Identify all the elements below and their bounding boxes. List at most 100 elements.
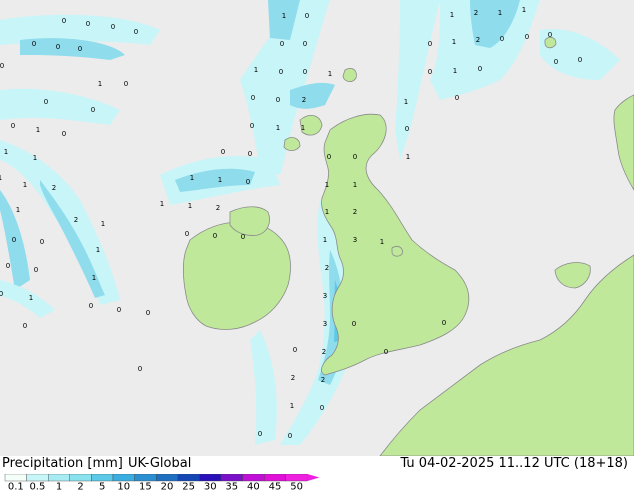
scale-swatch <box>177 474 200 482</box>
scale-tick-label: 2 <box>77 482 83 490</box>
precip-value-label: 2 <box>353 208 357 216</box>
precip-value-label: 1 <box>450 11 454 19</box>
scale-tick-label: 25 <box>182 482 195 490</box>
scale-tick-label: 40 <box>247 482 260 490</box>
precip-value-label: 0 <box>353 153 357 161</box>
precip-value-label: 1 <box>4 148 8 156</box>
precip-value-label: 1 <box>33 154 37 162</box>
legend-title: Precipitation [mm] <box>2 456 123 471</box>
precip-value-label: 0 <box>89 302 93 310</box>
precip-value-label: 0 <box>478 65 482 73</box>
precip-value-label: 1 <box>218 176 222 184</box>
precip-value-label: 0 <box>327 153 331 161</box>
scale-tick-label: 15 <box>139 482 152 490</box>
scale-tick-label: 1 <box>56 482 62 490</box>
precip-value-label: 2 <box>302 96 306 104</box>
precip-value-label: 1 <box>325 208 329 216</box>
precip-value-label: 0 <box>428 40 432 48</box>
precip-value-label: 2 <box>322 348 326 356</box>
precip-value-label: 1 <box>404 98 408 106</box>
precip-value-label: 1 <box>92 274 96 282</box>
precip-value-label: 2 <box>74 216 78 224</box>
precip-value-label: 1 <box>16 206 20 214</box>
precip-value-label: 1 <box>282 12 286 20</box>
precip-value-label: 3 <box>353 236 357 244</box>
precip-value-label: 1 <box>453 67 457 75</box>
precip-value-label: 0 <box>111 23 115 31</box>
precip-value-label: 0 <box>246 178 250 186</box>
precip-value-label: 1 <box>29 294 33 302</box>
precip-value-label: 1 <box>0 174 2 182</box>
precip-value-label: 1 <box>36 126 40 134</box>
precip-value-label: 0 <box>62 130 66 138</box>
precip-value-label: 0 <box>548 31 552 39</box>
precip-value-label: 0 <box>578 56 582 64</box>
precip-value-label: 0 <box>11 122 15 130</box>
precipitation-map: 0 0 0 0 0 0 0 0 1 0 0 0 0 1 0 1 1 1 1 2 1 2 1 0 0 1 0 0 1 0 1 0 0 0 0 0 1 0 0 0… <box>0 0 634 456</box>
precip-value-label: 0 <box>213 232 217 240</box>
precip-value-label: 0 <box>91 106 95 114</box>
precip-value-label: 1 <box>380 238 384 246</box>
precip-value-label: 0 <box>293 346 297 354</box>
precip-value-label: 1 <box>96 246 100 254</box>
scale-swatch <box>4 474 27 482</box>
precip-value-label: 0 <box>442 319 446 327</box>
precip-value-label: 1 <box>101 220 105 228</box>
precip-value-label: 2 <box>216 204 220 212</box>
precip-value-label: 0 <box>185 230 189 238</box>
precip-value-label: 0 <box>279 68 283 76</box>
precip-value-label: 0 <box>303 40 307 48</box>
precip-value-label: 0 <box>303 68 307 76</box>
precip-value-label: 1 <box>254 66 258 74</box>
scale-tick-label: 45 <box>269 482 282 490</box>
scale-tick-label: 20 <box>161 482 174 490</box>
precip-value-label: 1 <box>328 70 332 78</box>
precip-value-label: 0 <box>352 320 356 328</box>
scale-tick-label: 30 <box>204 482 217 490</box>
precip-value-label: 1 <box>325 181 329 189</box>
precip-value-label: 2 <box>476 36 480 44</box>
precip-value-label: 0 <box>500 35 504 43</box>
precip-value-label: 0 <box>0 290 3 298</box>
precip-value-label: 1 <box>23 181 27 189</box>
precip-value-label: 0 <box>288 432 292 440</box>
precip-value-label: 0 <box>56 43 60 51</box>
precip-value-label: 0 <box>455 94 459 102</box>
precip-value-label: 1 <box>190 174 194 182</box>
scale-swatch <box>134 474 157 482</box>
precip-value-label: 1 <box>323 236 327 244</box>
precip-value-label: 1 <box>353 181 357 189</box>
scale-swatch <box>264 474 287 482</box>
precip-value-label: 0 <box>32 40 36 48</box>
precip-value-label: 0 <box>405 125 409 133</box>
precip-value-label: 0 <box>276 96 280 104</box>
scale-tick-label: 50 <box>290 482 303 490</box>
precip-value-label: 1 <box>522 6 526 14</box>
precip-value-label: 1 <box>290 402 294 410</box>
scale-swatch <box>26 474 49 482</box>
scale-swatch <box>285 474 308 482</box>
color-scale: 0.1 0.5 1 2 5 10 15 20 25 30 35 40 45 50 <box>4 474 320 490</box>
scale-tick-label: 0.5 <box>29 482 45 490</box>
valid-time: Tu 04-02-2025 11..12 UTC (18+18) <box>400 456 628 471</box>
scale-swatch <box>91 474 114 482</box>
precip-value-label: 0 <box>12 236 16 244</box>
precip-value-label: 2 <box>291 374 295 382</box>
precip-value-label: 1 <box>160 200 164 208</box>
precip-value-label: 0 <box>250 122 254 130</box>
precip-value-label: 1 <box>452 38 456 46</box>
precip-value-label: 0 <box>62 17 66 25</box>
precip-value-label: 0 <box>428 68 432 76</box>
precip-value-label: 0 <box>241 233 245 241</box>
scale-swatch <box>199 474 222 482</box>
precip-value-label: 3 <box>323 320 327 328</box>
scale-swatch <box>242 474 265 482</box>
precip-value-label: 0 <box>117 306 121 314</box>
scale-swatch <box>220 474 243 482</box>
precip-value-label: 2 <box>474 9 478 17</box>
precip-value-label: 0 <box>138 365 142 373</box>
precip-value-label: 2 <box>321 376 325 384</box>
precip-value-label: 0 <box>44 98 48 106</box>
precip-value-label: 0 <box>251 94 255 102</box>
precip-value-label: 1 <box>276 124 280 132</box>
